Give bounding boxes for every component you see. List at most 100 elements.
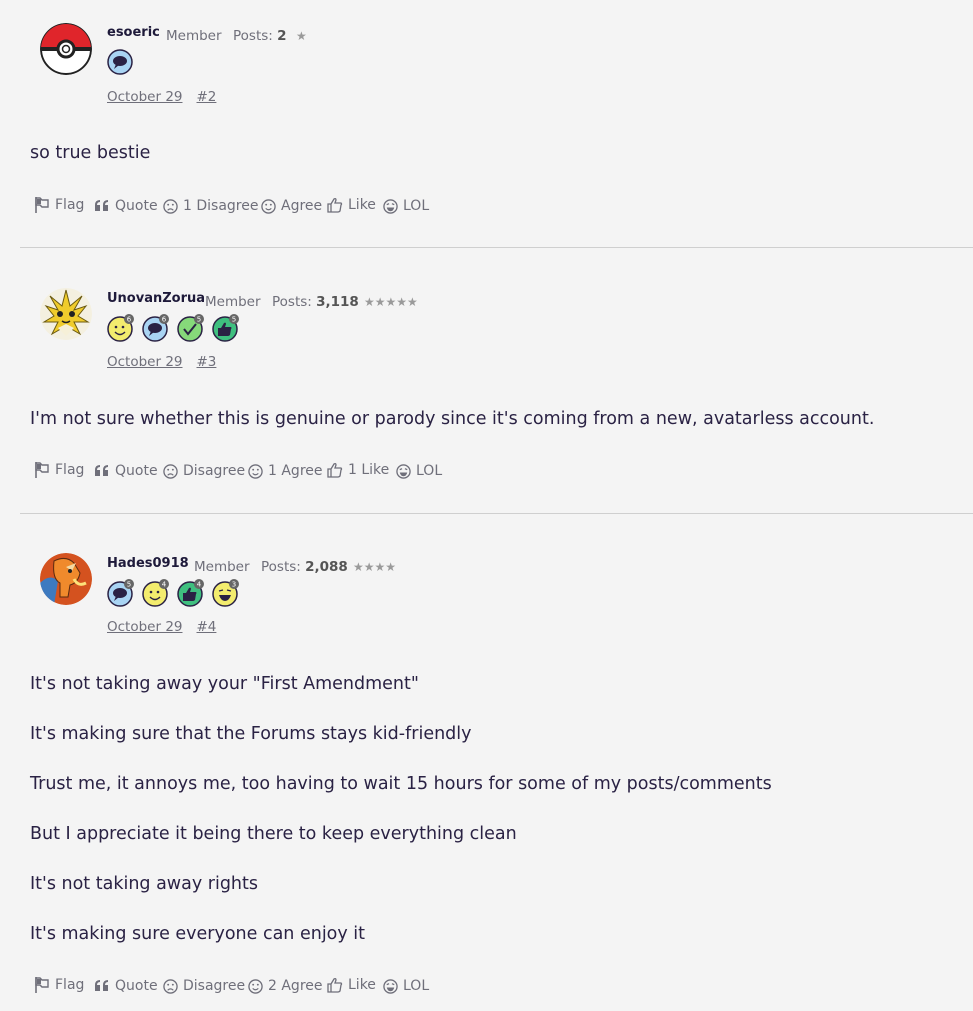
badge-count: 3	[232, 581, 236, 589]
avatar[interactable]	[40, 288, 92, 340]
quote-label: Quote	[115, 198, 158, 214]
comment-badge-icon[interactable]: 6	[142, 314, 169, 342]
quote-icon	[95, 200, 108, 211]
flag-icon	[35, 197, 49, 213]
frown-icon	[163, 978, 178, 994]
like-button[interactable]: Like	[327, 197, 376, 213]
post-text-line: I'm not sure whether this is genuine or …	[30, 409, 875, 429]
post-meta: October 29 #2	[107, 89, 216, 105]
smile-icon	[248, 978, 263, 994]
post-count-label: Posts:	[233, 28, 273, 44]
disagree-button[interactable]: Disagree	[163, 463, 245, 479]
comment-badge-icon[interactable]: 5	[107, 579, 134, 607]
post-meta: October 29 #4	[107, 619, 216, 635]
smile-icon	[261, 198, 276, 214]
post-4: Hades0918 Member Posts: 2,088 ★★★★ 5 4 4…	[0, 530, 973, 1011]
lol-label: LOL	[403, 198, 430, 214]
post-count: Posts: 2	[233, 28, 287, 44]
quote-icon	[95, 980, 108, 991]
badge-count: 6	[162, 316, 167, 324]
quote-label: Quote	[115, 463, 158, 479]
quote-label: Quote	[115, 978, 158, 994]
username[interactable]: esoeric	[107, 25, 160, 40]
post-text-line: It's making sure everyone can enjoy it	[30, 924, 366, 944]
avatar[interactable]	[40, 23, 92, 75]
flag-label: Flag	[55, 197, 85, 213]
post-count-label: Posts:	[261, 559, 301, 575]
post-3: UnovanZorua Member Posts: 3,118 ★★★★★ 6 …	[0, 265, 973, 513]
post-count-value: 3,118	[316, 294, 359, 310]
post-count: Posts: 2,088	[261, 559, 348, 575]
user-role: Member	[166, 28, 222, 44]
user-role: Member	[205, 294, 261, 310]
post-number-link[interactable]: #2	[197, 89, 217, 105]
smile-icon	[248, 463, 263, 479]
lol-button[interactable]: LOL	[383, 978, 429, 994]
post-number-link[interactable]: #3	[197, 354, 217, 370]
thumbs-up-icon	[327, 463, 343, 478]
post-number-link[interactable]: #4	[197, 619, 217, 635]
check-badge-icon[interactable]: 5	[177, 314, 204, 342]
disagree-button[interactable]: 1 Disagree	[163, 198, 258, 214]
frown-icon	[163, 198, 178, 214]
post-text-line: Trust me, it annoys me, too having to wa…	[30, 774, 772, 794]
post-divider	[20, 513, 973, 514]
like-label: Like	[348, 197, 376, 213]
user-role: Member	[194, 559, 250, 575]
flag-icon	[35, 977, 49, 993]
quote-button[interactable]: Quote	[94, 978, 158, 994]
disagree-label: Disagree	[183, 978, 246, 994]
like-label: 1 Like	[348, 462, 390, 478]
lol-button[interactable]: LOL	[396, 463, 442, 479]
agree-button[interactable]: 2 Agree	[248, 978, 323, 994]
rank-stars: ★★★★	[353, 560, 397, 574]
badge-count: 5	[232, 316, 236, 324]
agree-button[interactable]: Agree	[261, 198, 322, 214]
post-text-line: It's not taking away rights	[30, 874, 258, 894]
quote-button[interactable]: Quote	[94, 198, 158, 214]
post-text-line: It's making sure that the Forums stays k…	[30, 724, 472, 744]
laugh-icon	[383, 978, 398, 994]
like-button[interactable]: 1 Like	[327, 462, 389, 478]
quote-button[interactable]: Quote	[94, 463, 158, 479]
comment-badge-icon[interactable]	[107, 49, 133, 75]
frown-icon	[163, 463, 178, 479]
rank-stars: ★★★★★	[364, 295, 418, 309]
post-count-value: 2,088	[305, 559, 348, 575]
agree-label: Agree	[281, 198, 323, 214]
lol-label: LOL	[416, 463, 443, 479]
grin-badge-icon[interactable]: 6	[107, 314, 134, 342]
lol-label: LOL	[403, 978, 430, 994]
agree-button[interactable]: 1 Agree	[248, 463, 323, 479]
post-count-label: Posts:	[272, 294, 312, 310]
grin-badge-icon[interactable]: 4	[142, 579, 169, 607]
like-label: Like	[348, 977, 376, 993]
flag-icon	[35, 462, 49, 478]
laugh-badge-icon[interactable]: 3	[212, 579, 239, 607]
flag-label: Flag	[55, 977, 85, 993]
avatar[interactable]	[40, 553, 92, 605]
laugh-icon	[396, 463, 411, 479]
quote-icon	[95, 465, 108, 476]
disagree-button[interactable]: Disagree	[163, 978, 245, 994]
agree-label: 1 Agree	[268, 463, 323, 479]
post-date-link[interactable]: October 29	[107, 89, 183, 105]
badge-count: 6	[127, 316, 132, 324]
flag-button[interactable]: Flag	[34, 196, 84, 214]
badge-count: 5	[197, 316, 201, 324]
flag-button[interactable]: Flag	[34, 461, 84, 479]
lol-button[interactable]: LOL	[383, 198, 429, 214]
like-button[interactable]: Like	[327, 977, 376, 993]
thumbs-up-badge-icon[interactable]: 4	[177, 579, 204, 607]
flag-button[interactable]: Flag	[34, 976, 84, 994]
thumbs-up-icon	[327, 978, 343, 993]
post-date-link[interactable]: October 29	[107, 619, 183, 635]
thumbs-up-icon	[327, 198, 343, 213]
rank-stars: ★	[296, 29, 307, 43]
post-date-link[interactable]: October 29	[107, 354, 183, 370]
post-text-line: It's not taking away your "First Amendme…	[30, 674, 419, 694]
disagree-label: 1 Disagree	[183, 198, 259, 214]
thumbs-up-badge-icon[interactable]: 5	[212, 314, 239, 342]
username[interactable]: Hades0918	[107, 556, 189, 571]
username[interactable]: UnovanZorua	[107, 291, 205, 306]
